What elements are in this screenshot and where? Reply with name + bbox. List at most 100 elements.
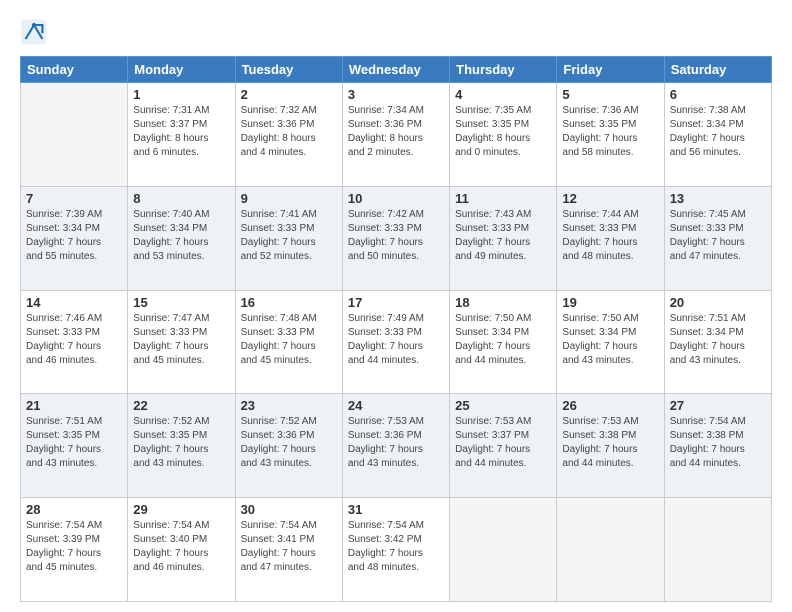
day-info: Sunrise: 7:53 AMSunset: 3:38 PMDaylight:… (562, 415, 658, 471)
day-number: 21 (26, 398, 122, 413)
calendar-cell (557, 498, 664, 602)
day-info: Sunrise: 7:52 AMSunset: 3:35 PMDaylight:… (133, 415, 229, 471)
day-info: Sunrise: 7:54 AMSunset: 3:42 PMDaylight:… (348, 519, 444, 575)
weekday-header-tuesday: Tuesday (235, 57, 342, 83)
day-number: 9 (241, 191, 337, 206)
weekday-header-friday: Friday (557, 57, 664, 83)
day-number: 2 (241, 87, 337, 102)
day-info: Sunrise: 7:47 AMSunset: 3:33 PMDaylight:… (133, 312, 229, 368)
calendar-cell: 1Sunrise: 7:31 AMSunset: 3:37 PMDaylight… (128, 83, 235, 187)
calendar-cell: 18 Sunrise: 7:50 AMSunset: 3:34 PMDayligh… (450, 290, 557, 394)
day-info: Sunrise: 7:32 AMSunset: 3:36 PMDaylight:… (241, 104, 337, 160)
calendar-cell: 20 Sunrise: 7:51 AMSunset: 3:34 PMDayligh… (664, 290, 771, 394)
day-number: 19 (562, 295, 658, 310)
day-number: 16 (241, 295, 337, 310)
calendar-cell: 6 Sunrise: 7:38 AMSunset: 3:34 PMDaylight… (664, 83, 771, 187)
calendar-cell: 4Sunrise: 7:35 AMSunset: 3:35 PMDaylight… (450, 83, 557, 187)
calendar-cell: 22 Sunrise: 7:52 AMSunset: 3:35 PMDayligh… (128, 394, 235, 498)
day-number: 18 (455, 295, 551, 310)
calendar-cell: 9 Sunrise: 7:41 AMSunset: 3:33 PMDaylight… (235, 186, 342, 290)
logo-icon (20, 18, 48, 46)
day-number: 12 (562, 191, 658, 206)
day-info: Sunrise: 7:31 AMSunset: 3:37 PMDaylight:… (133, 104, 229, 160)
calendar-cell: 16 Sunrise: 7:48 AMSunset: 3:33 PMDayligh… (235, 290, 342, 394)
calendar-cell (450, 498, 557, 602)
day-info: Sunrise: 7:49 AMSunset: 3:33 PMDaylight:… (348, 312, 444, 368)
day-number: 20 (670, 295, 766, 310)
week-row-5: 28Sunrise: 7:54 AMSunset: 3:39 PMDayligh… (21, 498, 772, 602)
day-info: Sunrise: 7:42 AMSunset: 3:33 PMDaylight:… (348, 208, 444, 264)
logo (20, 18, 52, 46)
calendar-cell: 21 Sunrise: 7:51 AMSunset: 3:35 PMDayligh… (21, 394, 128, 498)
day-info: Sunrise: 7:43 AMSunset: 3:33 PMDaylight:… (455, 208, 551, 264)
calendar-cell: 3 Sunrise: 7:34 AMSunset: 3:36 PMDaylight… (342, 83, 449, 187)
calendar-cell: 2 Sunrise: 7:32 AMSunset: 3:36 PMDaylight… (235, 83, 342, 187)
day-info: Sunrise: 7:53 AMSunset: 3:36 PMDaylight:… (348, 415, 444, 471)
calendar-cell: 31Sunrise: 7:54 AMSunset: 3:42 PMDayligh… (342, 498, 449, 602)
week-row-3: 14Sunrise: 7:46 AMSunset: 3:33 PMDayligh… (21, 290, 772, 394)
weekday-header-sunday: Sunday (21, 57, 128, 83)
calendar: SundayMondayTuesdayWednesdayThursdayFrid… (20, 56, 772, 602)
day-number: 3 (348, 87, 444, 102)
day-info: Sunrise: 7:48 AMSunset: 3:33 PMDaylight:… (241, 312, 337, 368)
day-info: Sunrise: 7:34 AMSunset: 3:36 PMDaylight:… (348, 104, 444, 160)
day-info: Sunrise: 7:39 AMSunset: 3:34 PMDaylight:… (26, 208, 122, 264)
day-info: Sunrise: 7:51 AMSunset: 3:34 PMDaylight:… (670, 312, 766, 368)
day-number: 7 (26, 191, 122, 206)
day-number: 24 (348, 398, 444, 413)
week-row-1: 1Sunrise: 7:31 AMSunset: 3:37 PMDaylight… (21, 83, 772, 187)
calendar-cell: 27 Sunrise: 7:54 AMSunset: 3:38 PMDayligh… (664, 394, 771, 498)
day-info: Sunrise: 7:41 AMSunset: 3:33 PMDaylight:… (241, 208, 337, 264)
day-info: Sunrise: 7:54 AMSunset: 3:38 PMDaylight:… (670, 415, 766, 471)
calendar-cell: 29Sunrise: 7:54 AMSunset: 3:40 PMDayligh… (128, 498, 235, 602)
day-number: 27 (670, 398, 766, 413)
day-info: Sunrise: 7:54 AMSunset: 3:40 PMDaylight:… (133, 519, 229, 575)
calendar-cell: 10 Sunrise: 7:42 AMSunset: 3:33 PMDayligh… (342, 186, 449, 290)
weekday-header-thursday: Thursday (450, 57, 557, 83)
day-number: 26 (562, 398, 658, 413)
day-number: 25 (455, 398, 551, 413)
calendar-cell: 17Sunrise: 7:49 AMSunset: 3:33 PMDayligh… (342, 290, 449, 394)
calendar-header-row: SundayMondayTuesdayWednesdayThursdayFrid… (21, 57, 772, 83)
day-info: Sunrise: 7:46 AMSunset: 3:33 PMDaylight:… (26, 312, 122, 368)
calendar-cell: 23 Sunrise: 7:52 AMSunset: 3:36 PMDayligh… (235, 394, 342, 498)
day-info: Sunrise: 7:38 AMSunset: 3:34 PMDaylight:… (670, 104, 766, 160)
calendar-cell: 28Sunrise: 7:54 AMSunset: 3:39 PMDayligh… (21, 498, 128, 602)
day-number: 13 (670, 191, 766, 206)
header (20, 18, 772, 46)
calendar-cell: 14Sunrise: 7:46 AMSunset: 3:33 PMDayligh… (21, 290, 128, 394)
day-info: Sunrise: 7:51 AMSunset: 3:35 PMDaylight:… (26, 415, 122, 471)
calendar-cell: 24 Sunrise: 7:53 AMSunset: 3:36 PMDayligh… (342, 394, 449, 498)
day-number: 10 (348, 191, 444, 206)
day-info: Sunrise: 7:54 AMSunset: 3:39 PMDaylight:… (26, 519, 122, 575)
calendar-cell: 5 Sunrise: 7:36 AMSunset: 3:35 PMDaylight… (557, 83, 664, 187)
weekday-header-wednesday: Wednesday (342, 57, 449, 83)
calendar-cell: 25 Sunrise: 7:53 AMSunset: 3:37 PMDayligh… (450, 394, 557, 498)
day-number: 22 (133, 398, 229, 413)
week-row-2: 7 Sunrise: 7:39 AMSunset: 3:34 PMDaylight… (21, 186, 772, 290)
day-number: 11 (455, 191, 551, 206)
day-info: Sunrise: 7:40 AMSunset: 3:34 PMDaylight:… (133, 208, 229, 264)
calendar-cell: 11 Sunrise: 7:43 AMSunset: 3:33 PMDayligh… (450, 186, 557, 290)
calendar-cell: 12 Sunrise: 7:44 AMSunset: 3:33 PMDayligh… (557, 186, 664, 290)
day-info: Sunrise: 7:44 AMSunset: 3:33 PMDaylight:… (562, 208, 658, 264)
day-info: Sunrise: 7:52 AMSunset: 3:36 PMDaylight:… (241, 415, 337, 471)
calendar-cell: 30Sunrise: 7:54 AMSunset: 3:41 PMDayligh… (235, 498, 342, 602)
calendar-cell: 19Sunrise: 7:50 AMSunset: 3:34 PMDayligh… (557, 290, 664, 394)
day-info: Sunrise: 7:36 AMSunset: 3:35 PMDaylight:… (562, 104, 658, 160)
calendar-cell: 26 Sunrise: 7:53 AMSunset: 3:38 PMDayligh… (557, 394, 664, 498)
day-number: 5 (562, 87, 658, 102)
day-number: 6 (670, 87, 766, 102)
calendar-cell: 8 Sunrise: 7:40 AMSunset: 3:34 PMDaylight… (128, 186, 235, 290)
calendar-cell: 7 Sunrise: 7:39 AMSunset: 3:34 PMDaylight… (21, 186, 128, 290)
day-number: 4 (455, 87, 551, 102)
calendar-cell (664, 498, 771, 602)
week-row-4: 21 Sunrise: 7:51 AMSunset: 3:35 PMDayligh… (21, 394, 772, 498)
day-info: Sunrise: 7:53 AMSunset: 3:37 PMDaylight:… (455, 415, 551, 471)
day-info: Sunrise: 7:45 AMSunset: 3:33 PMDaylight:… (670, 208, 766, 264)
day-number: 23 (241, 398, 337, 413)
day-info: Sunrise: 7:50 AMSunset: 3:34 PMDaylight:… (455, 312, 551, 368)
calendar-cell (21, 83, 128, 187)
day-info: Sunrise: 7:54 AMSunset: 3:41 PMDaylight:… (241, 519, 337, 575)
day-number: 8 (133, 191, 229, 206)
